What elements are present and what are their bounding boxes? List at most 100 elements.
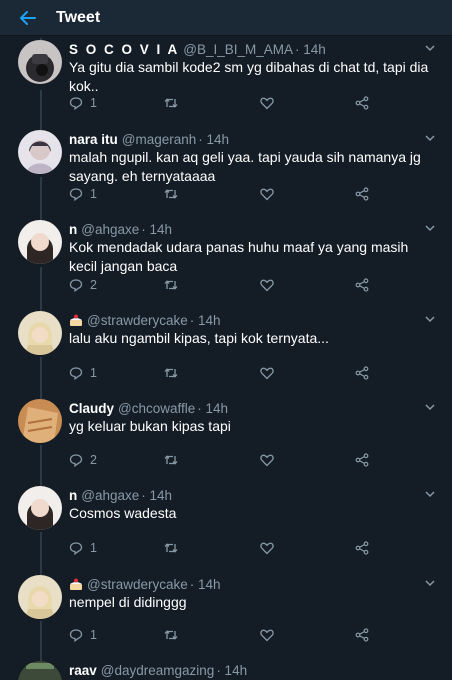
- like-button[interactable]: [260, 96, 274, 110]
- display-name[interactable]: Claudy: [69, 401, 114, 416]
- like-button[interactable]: [260, 187, 274, 201]
- like-button[interactable]: [260, 366, 274, 380]
- like-button[interactable]: [260, 278, 274, 292]
- tweet-text: nempel di didinggg: [69, 594, 187, 610]
- avatar[interactable]: [18, 40, 62, 84]
- chevron-down-icon[interactable]: [424, 132, 436, 144]
- chevron-down-icon[interactable]: [424, 222, 436, 234]
- retweet-button[interactable]: [164, 187, 178, 201]
- tweet-text: Kok mendadak udara panas huhu maaf ya ya…: [69, 239, 409, 274]
- display-name[interactable]: S O C O V I A: [69, 42, 179, 57]
- tweet-header: S O C O V I A @B_I_BI_M_AMA · 14h: [69, 40, 326, 58]
- timestamp[interactable]: · 14h: [141, 488, 172, 503]
- retweet-icon: [164, 189, 178, 199]
- display-name[interactable]: nara itu: [69, 132, 118, 147]
- avatar[interactable]: [18, 399, 62, 443]
- reply-button[interactable]: 1: [69, 187, 97, 201]
- share-icon: [355, 541, 369, 555]
- share-button[interactable]: [355, 541, 369, 555]
- chevron-down-icon[interactable]: [424, 401, 436, 413]
- tweet-header: raav @daydreamgazing · 14h: [69, 661, 247, 679]
- timestamp[interactable]: · 14h: [198, 132, 229, 147]
- tweet-text: malah ngupil. kan aq geli yaa. tapi yaud…: [69, 149, 421, 184]
- tweet-text: Ya gitu dia sambil kode2 sm yg dibahas d…: [69, 59, 429, 94]
- display-name[interactable]: n: [69, 222, 77, 237]
- avatar[interactable]: [18, 575, 62, 619]
- share-button[interactable]: [355, 366, 369, 380]
- user-handle[interactable]: @daydreamgazing: [101, 663, 215, 678]
- page-title: Tweet: [56, 8, 101, 26]
- chevron-down-icon[interactable]: [424, 488, 436, 500]
- retweet-button[interactable]: [164, 453, 178, 467]
- thread-line: [40, 177, 42, 220]
- heart-icon: [260, 97, 274, 110]
- avatar[interactable]: [18, 661, 62, 680]
- reply-button[interactable]: 1: [69, 541, 97, 555]
- share-button[interactable]: [355, 278, 369, 292]
- thread-line: [40, 90, 42, 130]
- chevron-down-icon[interactable]: [424, 577, 436, 589]
- thread-line: [40, 267, 42, 311]
- share-button[interactable]: [355, 187, 369, 201]
- reply-icon: [69, 629, 83, 642]
- retweet-button[interactable]: [164, 541, 178, 555]
- share-button[interactable]: [355, 453, 369, 467]
- avatar[interactable]: [18, 130, 62, 174]
- display-name[interactable]: raav: [69, 663, 97, 678]
- timestamp[interactable]: · 14h: [190, 313, 221, 328]
- avatar[interactable]: [18, 311, 62, 355]
- thread-line: [40, 621, 42, 661]
- reply-count: 2: [90, 278, 97, 292]
- user-handle[interactable]: @strawderycake: [87, 577, 188, 592]
- share-button[interactable]: [355, 628, 369, 642]
- timestamp[interactable]: · 14h: [295, 42, 326, 57]
- like-button[interactable]: [260, 628, 274, 642]
- display-name[interactable]: n: [69, 488, 77, 503]
- reply-button[interactable]: 1: [69, 366, 97, 380]
- reply-count: 2: [90, 453, 97, 467]
- reply-button[interactable]: 1: [69, 96, 97, 110]
- retweet-button[interactable]: [164, 628, 178, 642]
- retweet-button[interactable]: [164, 278, 178, 292]
- timestamp[interactable]: · 14h: [190, 577, 221, 592]
- avatar[interactable]: [18, 486, 62, 530]
- reply-button[interactable]: 1: [69, 628, 97, 642]
- reply-icon: [69, 367, 83, 380]
- share-icon: [355, 453, 369, 467]
- reply-count: 1: [90, 187, 97, 201]
- share-icon: [355, 187, 369, 201]
- share-button[interactable]: [355, 96, 369, 110]
- user-handle[interactable]: @ahgaxe: [81, 222, 139, 237]
- reply-button[interactable]: 2: [69, 278, 97, 292]
- retweet-button[interactable]: [164, 366, 178, 380]
- thread-line: [40, 445, 42, 486]
- timestamp[interactable]: · 14h: [197, 401, 228, 416]
- user-handle[interactable]: @ahgaxe: [81, 488, 139, 503]
- share-icon: [355, 278, 369, 292]
- user-handle[interactable]: @chcowaffle: [118, 401, 195, 416]
- reply-button[interactable]: 2: [69, 453, 97, 467]
- tweet-actions: 1: [69, 541, 389, 557]
- like-button[interactable]: [260, 541, 274, 555]
- retweet-button[interactable]: [164, 96, 178, 110]
- heart-icon: [260, 279, 274, 292]
- tweet-actions: 1: [69, 187, 389, 203]
- chevron-down-icon[interactable]: [424, 313, 436, 325]
- reply-count: 1: [90, 541, 97, 555]
- timestamp[interactable]: · 14h: [141, 222, 172, 237]
- user-handle[interactable]: @strawderycake: [87, 313, 188, 328]
- reply-icon: [69, 542, 83, 555]
- user-handle[interactable]: @B_I_BI_M_AMA: [183, 42, 293, 57]
- reply-count: 1: [90, 96, 97, 110]
- user-handle[interactable]: @mageranh: [122, 132, 197, 147]
- like-button[interactable]: [260, 453, 274, 467]
- thread-line: [40, 532, 42, 575]
- tweet-actions: 1: [69, 628, 389, 644]
- chevron-down-icon[interactable]: [424, 42, 436, 54]
- heart-icon: [260, 367, 274, 380]
- back-button[interactable]: [0, 0, 56, 36]
- reply-count: 1: [90, 628, 97, 642]
- avatar[interactable]: [18, 220, 62, 264]
- tweet-text: yg keluar bukan kipas tapi: [69, 418, 231, 434]
- timestamp[interactable]: · 14h: [216, 663, 247, 678]
